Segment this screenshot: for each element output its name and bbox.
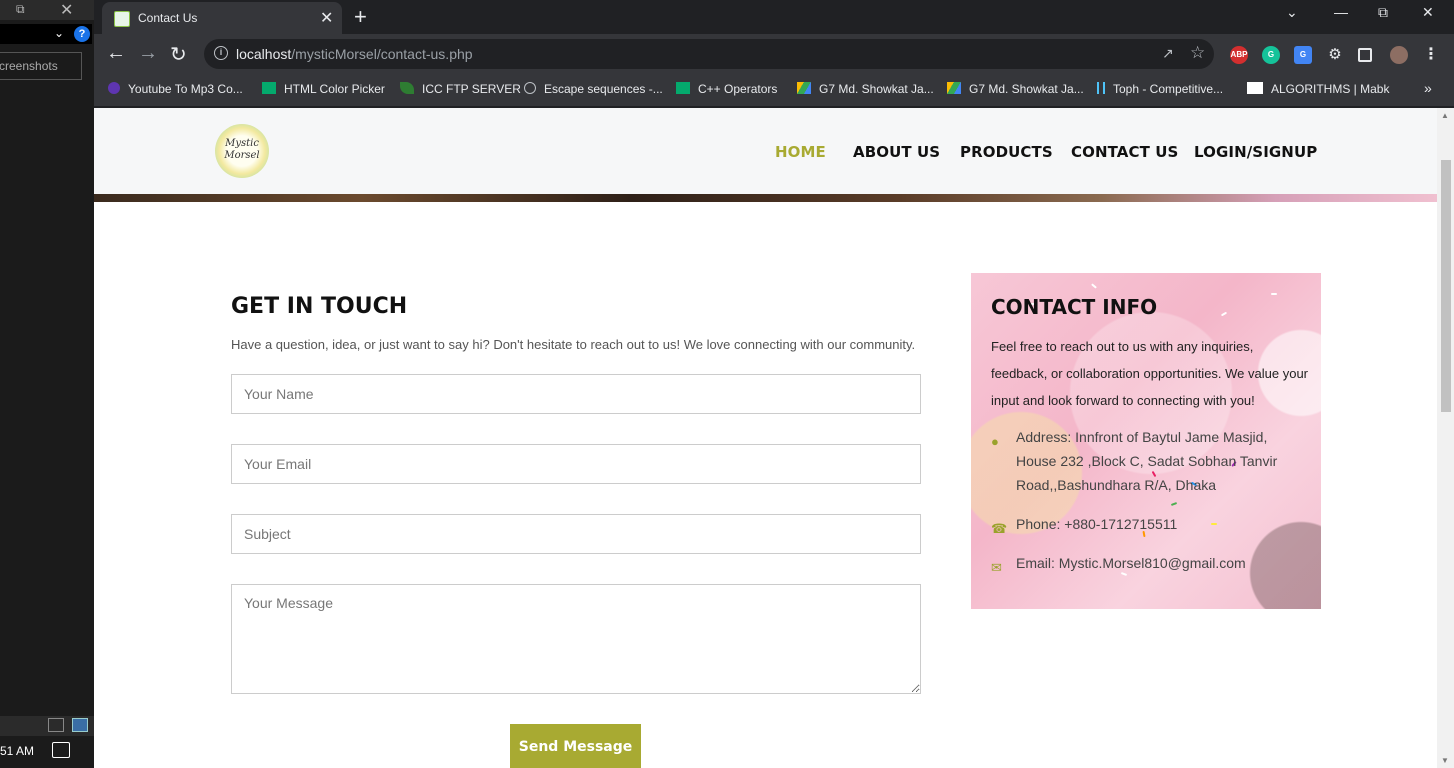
site-logo[interactable]: Mystic Morsel: [215, 124, 269, 178]
map-pin-icon: ●: [991, 434, 999, 449]
address-text: Address: Innfront of Baytul Jame Masjid,…: [1016, 429, 1278, 493]
phone-row: ☎ Phone: +880-1712715511: [991, 512, 1311, 536]
bookmarks-bar: Youtube To Mp3 Co... HTML Color Picker I…: [94, 74, 1454, 106]
nav-products[interactable]: PRODUCTS: [960, 143, 1053, 161]
scroll-down-icon[interactable]: ▼: [1441, 756, 1449, 765]
subject-field[interactable]: [231, 514, 921, 554]
browser-window: Contact Us ✕ + ⌄ — ⧉ ✕ ← → ↻ i localhost…: [94, 0, 1454, 768]
more-bookmarks-icon[interactable]: »: [1424, 80, 1432, 96]
forward-icon[interactable]: →: [138, 42, 158, 65]
tab-title: Contact Us: [138, 11, 198, 25]
browser-toolbar: ← → ↻ i localhost/mysticMorsel/contact-u…: [94, 34, 1454, 74]
side-app-panel: ⧉ ✕ ⌄ ? creenshots 51 AM: [0, 0, 94, 768]
minimize-icon[interactable]: —: [1334, 4, 1348, 20]
side-dropdown[interactable]: ⌄ ?: [0, 24, 92, 44]
scroll-up-icon[interactable]: ▲: [1441, 111, 1449, 120]
contact-info-title: CONTACT INFO: [991, 295, 1158, 319]
close-icon[interactable]: ✕: [60, 0, 73, 20]
bookmark-item[interactable]: G7 Md. Showkat Ja...: [947, 82, 1084, 96]
site-favicon-icon: [114, 11, 130, 27]
bookmark-item[interactable]: G7 Md. Showkat Ja...: [797, 82, 934, 96]
email-field[interactable]: [231, 444, 921, 484]
tiles-view-icon[interactable]: [72, 718, 88, 732]
name-field[interactable]: [231, 374, 921, 414]
site-header: Mystic Morsel HOME ABOUT US PRODUCTS CON…: [94, 108, 1437, 194]
new-tab-icon[interactable]: +: [354, 4, 367, 30]
address-row: ● Address: Innfront of Baytul Jame Masji…: [991, 425, 1311, 497]
globe-icon: [524, 82, 536, 94]
tab-close-icon[interactable]: ✕: [320, 8, 333, 28]
page-viewport: Mystic Morsel HOME ABOUT US PRODUCTS CON…: [94, 108, 1437, 768]
address-bar[interactable]: i localhost/mysticMorsel/contact-us.php …: [204, 39, 1214, 69]
reload-icon[interactable]: ↻: [170, 42, 187, 67]
details-view-icon[interactable]: [48, 718, 64, 732]
extensions-puzzle-icon[interactable]: ⚙: [1326, 46, 1344, 64]
share-icon[interactable]: ↗: [1162, 45, 1174, 62]
adblock-extension-icon[interactable]: ABP: [1230, 46, 1248, 64]
youtube-mp3-icon: [108, 82, 120, 94]
tab-contact-us[interactable]: Contact Us ✕: [102, 2, 342, 34]
page-scrollbar[interactable]: ▲ ▼: [1437, 108, 1454, 768]
google-drive-icon: [947, 82, 961, 94]
envelope-icon: ✉: [991, 560, 1002, 575]
side-view-toggle: [0, 716, 94, 736]
back-icon[interactable]: ←: [106, 42, 126, 65]
profile-avatar[interactable]: [1390, 46, 1408, 64]
bookmark-star-icon[interactable]: ☆: [1190, 43, 1205, 63]
hero-image-strip: [94, 194, 1437, 202]
phone-icon: ☎: [991, 521, 1008, 536]
side-panel-icon[interactable]: [1358, 48, 1372, 62]
contact-info-text: Feel free to reach out to us with any in…: [991, 339, 1309, 408]
nav-login-signup[interactable]: LOGIN/SIGNUP: [1194, 143, 1317, 161]
wix-icon: [1247, 82, 1263, 94]
leaf-icon: [400, 82, 414, 94]
google-drive-icon: [797, 82, 811, 94]
url-text[interactable]: localhost/mysticMorsel/contact-us.php: [236, 46, 473, 62]
send-message-button[interactable]: Send Message: [510, 724, 641, 768]
side-search-input[interactable]: creenshots: [0, 52, 82, 80]
nav-contact-us[interactable]: CONTACT US: [1071, 143, 1178, 161]
w3schools-icon: [676, 82, 690, 94]
translate-extension-icon[interactable]: G: [1294, 46, 1312, 64]
chevron-down-icon[interactable]: ⌄: [54, 26, 64, 40]
taskbar-clock: 51 AM: [0, 744, 35, 758]
bookmark-item[interactable]: ICC FTP SERVER: [400, 82, 521, 96]
menu-kebab-icon[interactable]: ⋮: [1422, 46, 1440, 64]
phone-text: Phone: +880-1712715511: [1016, 516, 1178, 532]
bookmark-item[interactable]: Escape sequences -...: [524, 82, 663, 96]
nav-about-us[interactable]: ABOUT US: [853, 143, 940, 161]
bookmark-item[interactable]: HTML Color Picker: [262, 82, 385, 96]
scrollbar-thumb[interactable]: [1441, 160, 1451, 412]
contact-info-card: CONTACT INFO Feel free to reach out to u…: [971, 273, 1321, 609]
logo-text: Mystic Morsel: [224, 138, 260, 161]
message-field[interactable]: [231, 584, 921, 694]
toph-icon: [1097, 82, 1105, 94]
nav-home[interactable]: HOME: [775, 143, 826, 161]
restore-icon[interactable]: ⧉: [16, 2, 25, 17]
help-icon[interactable]: ?: [74, 26, 90, 42]
bookmark-item[interactable]: Youtube To Mp3 Co...: [108, 82, 243, 96]
bookmark-item[interactable]: Toph - Competitive...: [1097, 82, 1223, 96]
get-in-touch-title: GET IN TOUCH: [231, 294, 408, 319]
tab-strip: Contact Us ✕ + ⌄ — ⧉ ✕: [94, 0, 1454, 34]
notification-icon[interactable]: [52, 742, 70, 758]
tab-search-icon[interactable]: ⌄: [1286, 4, 1298, 21]
maximize-icon[interactable]: ⧉: [1378, 4, 1388, 21]
contact-lead-text: Have a question, idea, or just want to s…: [231, 337, 916, 352]
bookmark-item[interactable]: C++ Operators: [676, 82, 777, 96]
window-close-icon[interactable]: ✕: [1422, 4, 1434, 21]
side-titlebar: ⧉ ✕: [0, 0, 94, 20]
w3schools-icon: [262, 82, 276, 94]
email-row: ✉ Email: Mystic.Morsel810@gmail.com: [991, 551, 1311, 575]
grammarly-extension-icon[interactable]: G: [1262, 46, 1280, 64]
email-text[interactable]: Email: Mystic.Morsel810@gmail.com: [1016, 551, 1286, 575]
site-info-icon[interactable]: i: [214, 46, 228, 60]
bookmark-item[interactable]: ALGORITHMS | Mabk: [1247, 82, 1389, 96]
